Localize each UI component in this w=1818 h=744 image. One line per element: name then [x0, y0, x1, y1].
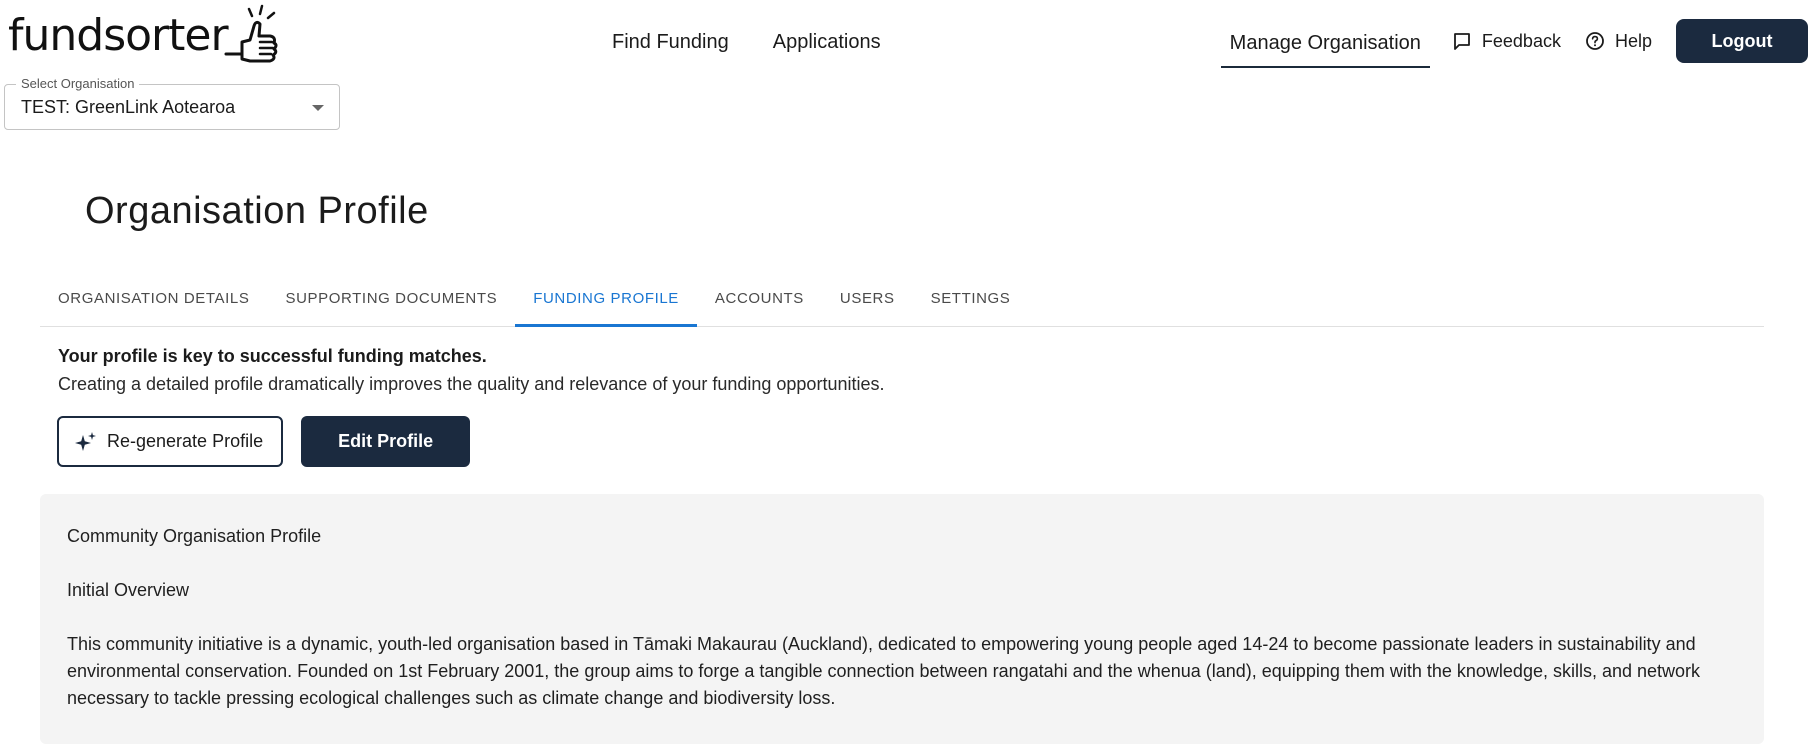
caret-down-icon: [312, 105, 324, 111]
help-link[interactable]: Help: [1585, 21, 1652, 61]
profile-tabs: ORGANISATION DETAILS SUPPORTING DOCUMENT…: [40, 278, 1764, 327]
organisation-select-label: Select Organisation: [16, 76, 140, 91]
intro-headline: Your profile is key to successful fundin…: [58, 346, 487, 366]
logout-button[interactable]: Logout: [1676, 19, 1808, 63]
main-nav: Find Funding Applications: [612, 24, 881, 60]
regenerate-profile-label: Re-generate Profile: [107, 431, 264, 451]
organisation-select[interactable]: Select Organisation TEST: GreenLink Aote…: [4, 76, 340, 130]
tab-funding-profile[interactable]: FUNDING PROFILE: [515, 278, 697, 327]
tab-accounts[interactable]: ACCOUNTS: [697, 278, 822, 326]
profile-section-title: Initial Overview: [67, 580, 190, 600]
logo[interactable]: fundsorter: [8, 4, 280, 68]
nav-applications[interactable]: Applications: [773, 24, 881, 60]
intro-body: Creating a detailed profile dramatically…: [58, 374, 885, 394]
chat-bubble-icon: [1454, 33, 1470, 50]
profile-paragraph: This community initiative is a dynamic, …: [67, 634, 1701, 708]
page-title: Organisation Profile: [85, 190, 429, 232]
logo-text: fundsorter: [8, 10, 229, 61]
tab-settings[interactable]: SETTINGS: [913, 278, 1029, 326]
regenerate-profile-button[interactable]: Re-generate Profile: [57, 416, 284, 467]
nav-find-funding[interactable]: Find Funding: [612, 24, 729, 60]
nav-right: Manage Organisation Feedback Help Logout: [1220, 14, 1808, 68]
profile-heading: Community Organisation Profile: [67, 526, 322, 546]
feedback-link[interactable]: Feedback: [1452, 21, 1561, 61]
sparkle-icon: [75, 431, 96, 451]
organisation-select-value: TEST: GreenLink Aotearoa: [21, 97, 236, 117]
thumbs-up-icon: [224, 4, 278, 63]
profile-content: Community Organisation Profile Initial O…: [40, 494, 1764, 744]
top-bar: fundsorter Find Funding Applications Man…: [0, 0, 1818, 84]
nav-manage-organisation[interactable]: Manage Organisation: [1220, 14, 1430, 68]
tab-users[interactable]: USERS: [822, 278, 913, 326]
profile-actions: Re-generate Profile Edit Profile: [57, 416, 471, 467]
tab-organisation-details[interactable]: ORGANISATION DETAILS: [40, 278, 267, 326]
tab-supporting-documents[interactable]: SUPPORTING DOCUMENTS: [267, 278, 515, 326]
question-circle-icon: [1586, 32, 1604, 50]
edit-profile-button[interactable]: Edit Profile: [301, 416, 471, 467]
profile-intro: Your profile is key to successful fundin…: [58, 346, 884, 395]
help-label: Help: [1614, 30, 1652, 51]
feedback-label: Feedback: [1481, 30, 1561, 51]
